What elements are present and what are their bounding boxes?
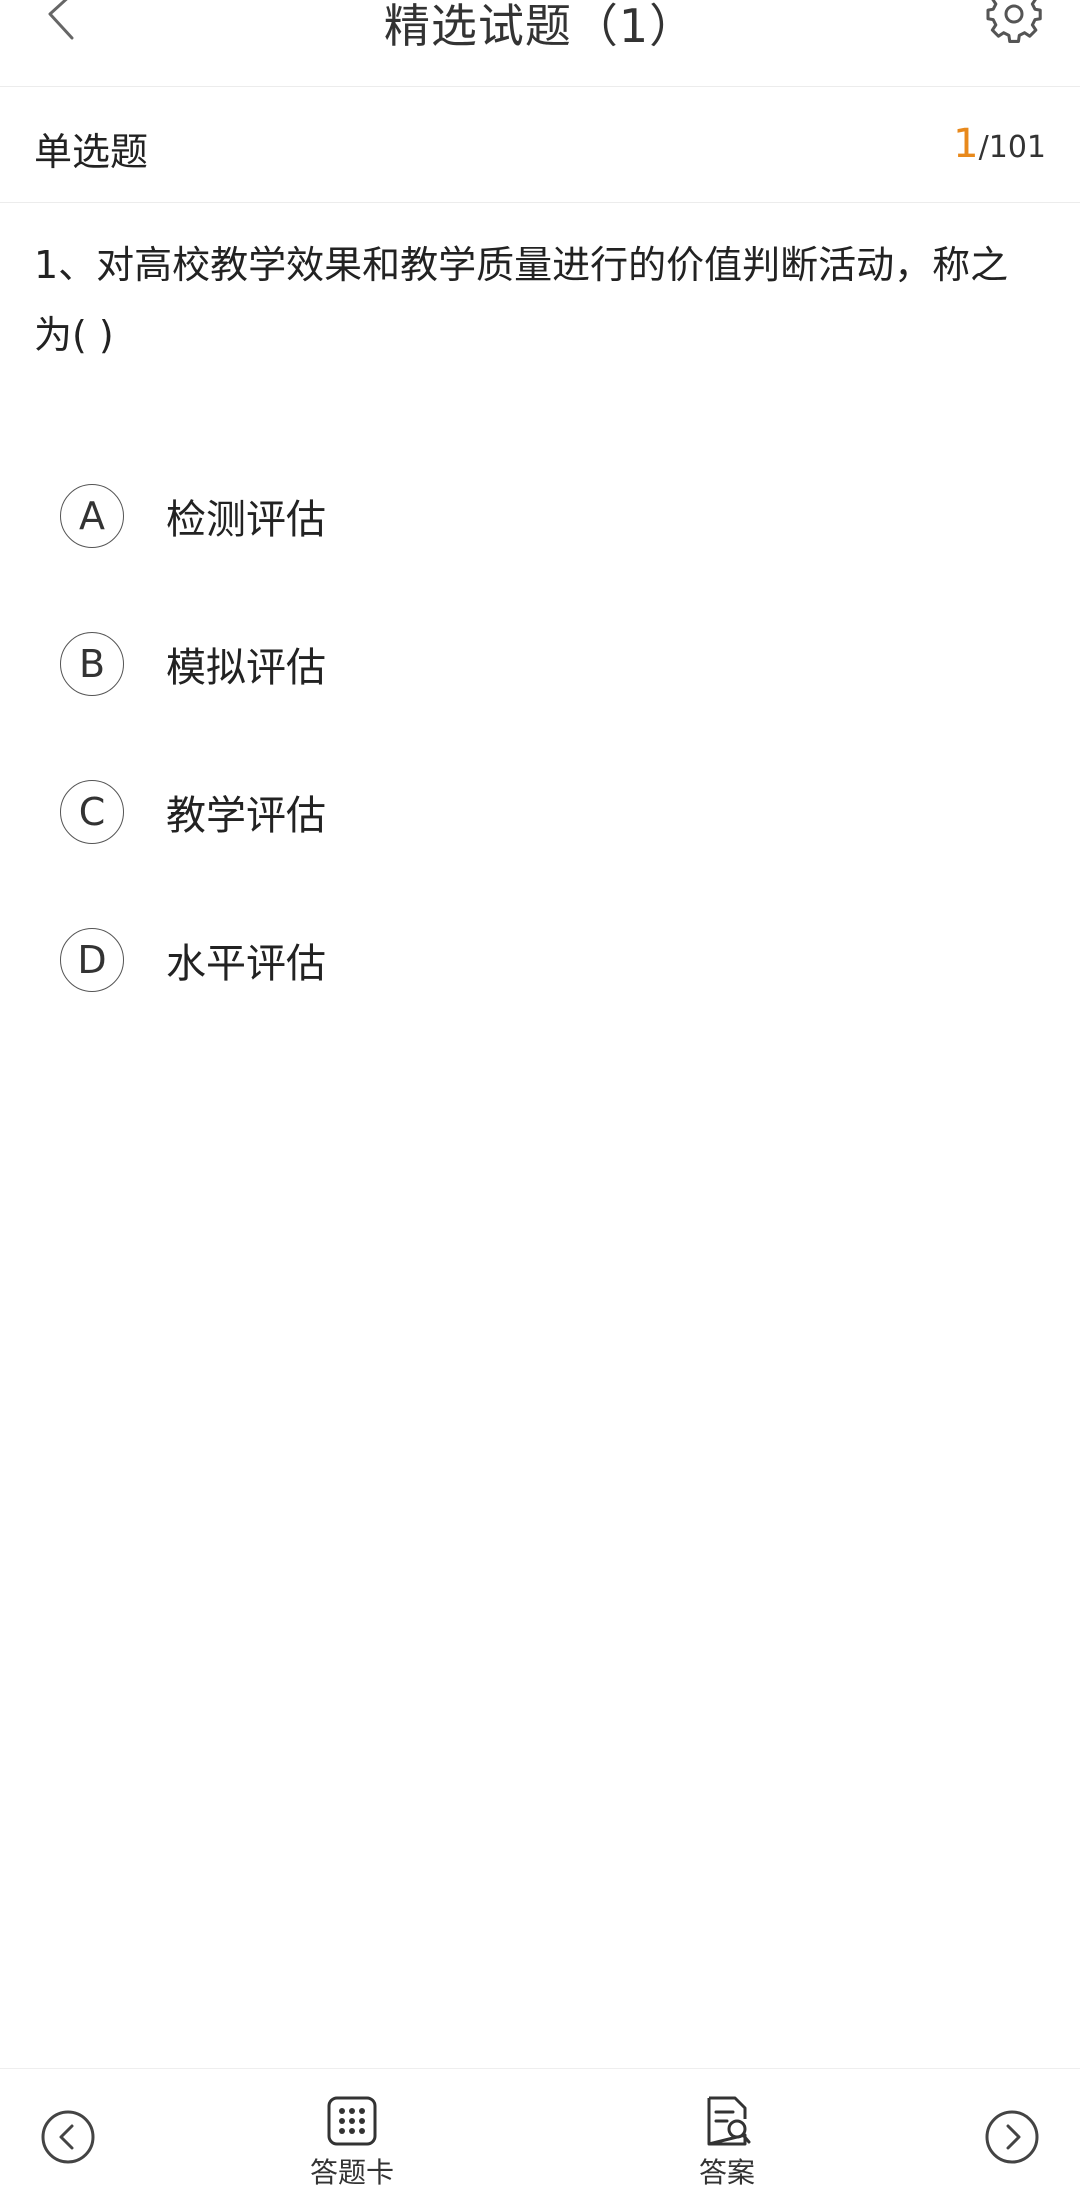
page-title: 精选试题（1）: [383, 0, 697, 53]
top-nav-bar: 精选试题（1）: [0, 0, 1080, 87]
grid-icon: [327, 2096, 377, 2146]
option-b[interactable]: B 模拟评估: [60, 630, 960, 698]
circle-chevron-right-icon: [985, 2110, 1039, 2164]
question-type-label: 单选题: [34, 130, 149, 174]
total-questions: /101: [978, 130, 1046, 165]
option-letter-circle: A: [60, 484, 124, 548]
option-c[interactable]: C 教学评估: [60, 778, 960, 846]
option-letter-circle: D: [60, 928, 124, 992]
circle-chevron-left-icon: [41, 2110, 95, 2164]
question-stem: 1、对高校教学效果和教学质量进行的价值判断活动，称之为( ): [34, 243, 1009, 357]
next-question-button[interactable]: [984, 2109, 1040, 2165]
option-a[interactable]: A 检测评估: [60, 482, 960, 550]
gear-icon: [986, 0, 1042, 43]
option-d[interactable]: D 水平评估: [60, 926, 960, 994]
option-text: 教学评估: [166, 793, 326, 839]
answer-button[interactable]: 答案: [657, 2095, 797, 2191]
option-letter-circle: C: [60, 780, 124, 844]
answer-card-label: 答题卡: [309, 2156, 394, 2189]
option-text: 模拟评估: [166, 645, 326, 691]
option-text: 检测评估: [166, 497, 326, 543]
settings-button[interactable]: [984, 0, 1044, 52]
option-text: 水平评估: [166, 941, 326, 987]
bottom-toolbar: 答题卡 答案: [0, 2068, 1080, 2205]
question-type-row: 单选题 1/101: [0, 87, 1080, 203]
previous-question-button[interactable]: [40, 2109, 96, 2165]
answer-card-button[interactable]: 答题卡: [282, 2095, 422, 2191]
option-letter-circle: B: [60, 632, 124, 696]
current-question-number: 1: [953, 121, 979, 167]
answer-label: 答案: [698, 2156, 755, 2189]
question-progress: 1/101: [953, 121, 1046, 167]
document-search-icon: [707, 2096, 751, 2146]
